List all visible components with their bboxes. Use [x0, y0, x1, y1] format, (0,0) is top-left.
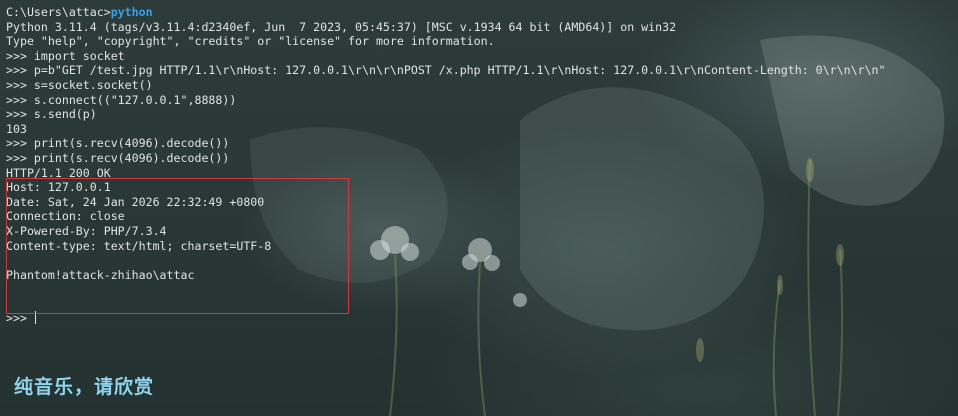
- repl-input-line: >>> print(s.recv(4096).decode()): [6, 150, 230, 165]
- terminal-output[interactable]: C:\Users\attac>python Python 3.11.4 (tag…: [6, 5, 952, 416]
- video-subtitle: 纯音乐，请欣赏: [14, 376, 155, 398]
- repl-input-line: >>> p=b"GET /test.jpg HTTP/1.1\r\nHost: …: [6, 63, 886, 78]
- prompt-path: C:\Users\attac>: [6, 5, 111, 19]
- prompt-line: C:\Users\attac>python: [6, 5, 952, 20]
- repl-input-line: >>> import socket: [6, 48, 125, 63]
- terminal-window[interactable]: C:\Users\attac>python Python 3.11.4 (tag…: [0, 0, 958, 416]
- repl-input-line: >>> s=socket.socket(): [6, 77, 153, 92]
- highlight-box: [6, 178, 349, 314]
- repl-input-line: >>> print(s.recv(4096).decode()): [6, 136, 230, 151]
- python-help-line: Type "help", "copyright", "credits" or "…: [6, 34, 495, 49]
- repl-input-line: >>> s.connect(("127.0.0.1",8888)): [6, 92, 237, 107]
- repl-output-line: 103: [6, 121, 27, 136]
- python-version-line: Python 3.11.4 (tags/v3.11.4:d2340ef, Jun…: [6, 19, 677, 34]
- typed-command: python: [110, 5, 153, 19]
- repl-input-line: >>> s.send(p): [6, 107, 97, 122]
